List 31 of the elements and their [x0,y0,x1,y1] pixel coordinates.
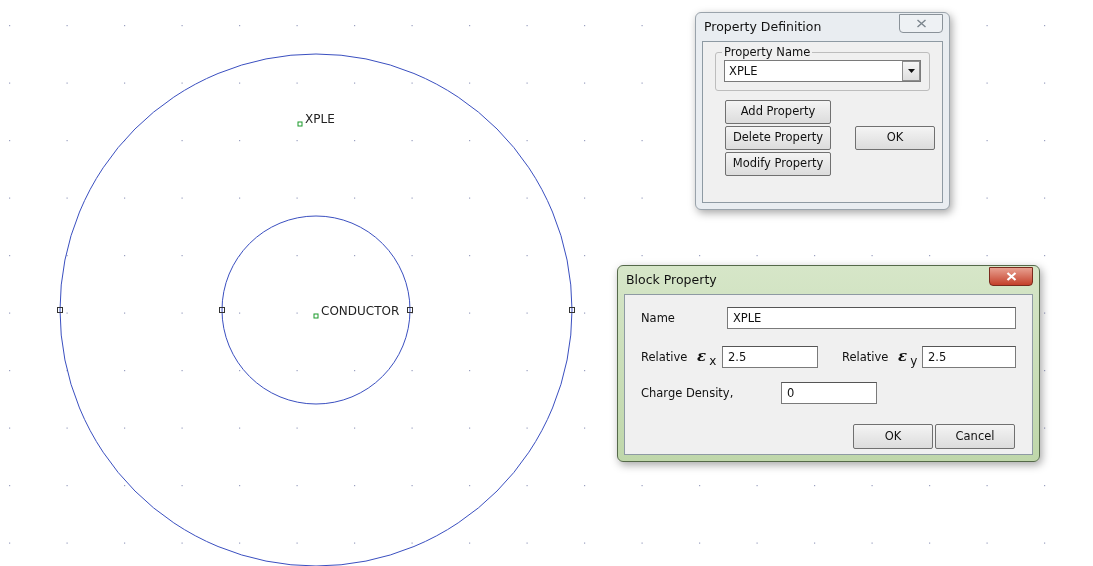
node-marker[interactable] [219,307,225,313]
name-field[interactable]: XPLE [726,307,1016,329]
window-title: Property Definition [703,17,822,36]
caret-icon [907,68,915,73]
field-label: Name [641,310,676,327]
dropdown-button[interactable] [902,60,920,81]
node-marker[interactable] [407,307,413,313]
group-label: Property Name [723,46,812,60]
label-marker[interactable] [313,313,319,319]
dialog-button[interactable]: OK [853,424,933,449]
node-marker[interactable] [57,307,63,313]
field-label: Relative ε$_{y}$ [841,346,919,370]
label-marker[interactable] [297,121,303,127]
property-button[interactable]: Add Property [725,99,831,124]
close-icon [1005,271,1017,281]
window-title: Block Property [625,270,717,289]
property-button[interactable]: Delete Property [725,125,831,150]
block-label: CONDUCTOR [321,304,400,318]
close-icon [915,18,927,28]
close-button[interactable] [989,266,1033,286]
property-button[interactable]: Modify Property [725,151,831,176]
value-field[interactable]: 2.5 [922,345,1016,368]
property-dropdown[interactable]: XPLE [724,59,921,82]
ok-button[interactable]: OK [855,125,935,150]
block-label: XPLE [305,112,335,126]
value-field[interactable]: 2.5 [721,345,818,368]
node-marker[interactable] [569,307,575,313]
dialog-button[interactable]: Cancel [935,424,1015,449]
field-label: Relative ε$_{x}$ [641,346,718,370]
value-field[interactable]: 0 [781,382,877,404]
field-label: Charge Density, [641,385,735,402]
